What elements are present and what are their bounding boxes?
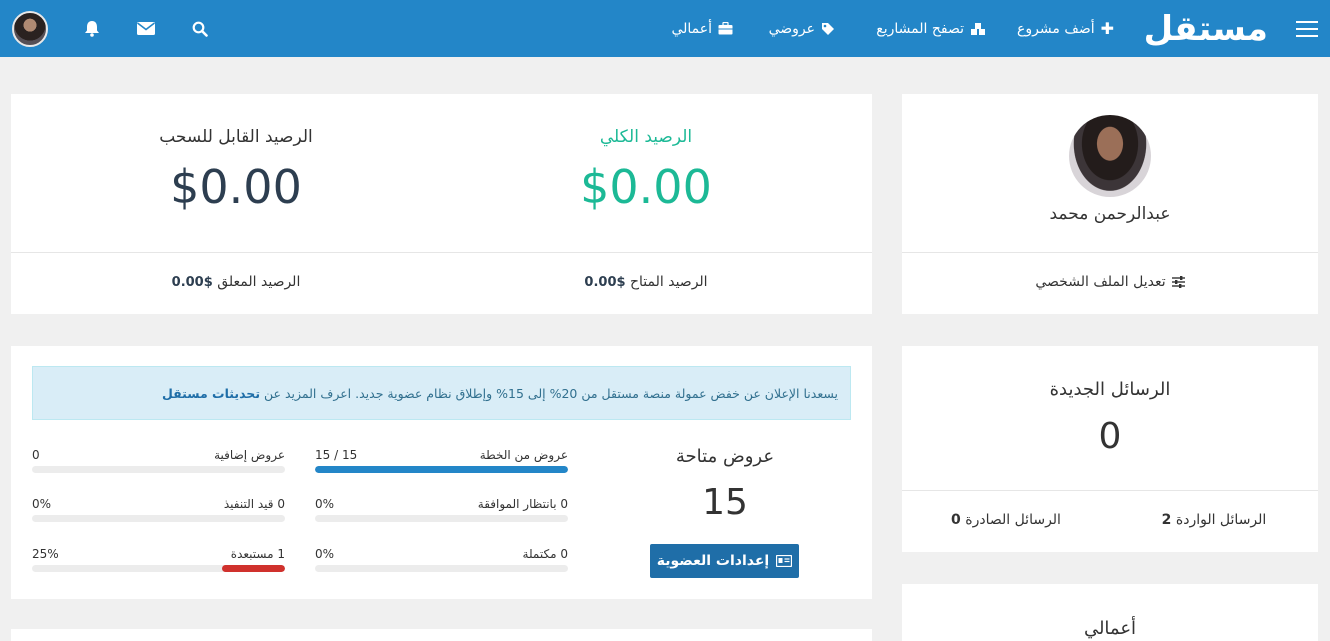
bids-card: يسعدنا الإعلان عن خفض عمولة منصة مستقل م… <box>11 346 872 599</box>
progress-bar <box>32 565 285 572</box>
user-menu[interactable] <box>10 0 48 57</box>
stat-label: 0 مكتملة <box>522 547 568 561</box>
outbox-messages[interactable]: الرسائل الصادرة 0 <box>902 512 1110 528</box>
sliders-icon <box>1171 276 1185 288</box>
withdrawable-balance-label: الرصيد القابل للسحب <box>159 127 313 147</box>
search-icon <box>192 21 208 37</box>
stat-label: 1 مستبعدة <box>230 547 285 561</box>
nav-my-bids-label: عروضي <box>768 20 815 37</box>
top-navbar: مستقل ✚ أضف مشروع تصفح المشاريع عروضي أع… <box>0 0 1330 57</box>
bell-icon <box>85 21 99 37</box>
divider <box>902 490 1318 491</box>
new-messages-title: الرسائل الجديدة <box>1049 379 1171 400</box>
stat-label: عروض من الخطة <box>479 448 568 462</box>
membership-settings-button[interactable]: إعدادات العضوية <box>650 544 799 578</box>
progress-bar <box>32 515 285 522</box>
progress-bar <box>32 466 285 473</box>
inbox-messages-label: الرسائل الواردة <box>1175 512 1267 528</box>
nav-my-bids[interactable]: عروضي <box>769 0 835 57</box>
briefcase-icon <box>718 22 733 35</box>
progress-bar <box>315 515 568 522</box>
plus-icon: ✚ <box>1100 19 1114 38</box>
edit-profile-label: تعديل الملف الشخصي <box>1035 274 1166 290</box>
announcement-text: يسعدنا الإعلان عن خفض عمولة منصة مستقل م… <box>264 385 838 401</box>
nav-browse-projects[interactable]: تصفح المشاريع <box>876 0 986 57</box>
progress-bar-fill <box>315 466 568 473</box>
edit-profile-link[interactable]: تعديل الملف الشخصي <box>902 274 1318 290</box>
hamburger-menu-icon[interactable] <box>1296 0 1318 57</box>
nav-browse-projects-label: تصفح المشاريع <box>876 20 964 37</box>
nav-add-project-label: أضف مشروع <box>1017 20 1095 37</box>
avatar <box>12 10 48 47</box>
total-balance-label: الرصيد الكلي <box>599 127 693 147</box>
my-jobs-card: أعمالي <box>902 584 1318 641</box>
messages-button[interactable] <box>134 0 158 57</box>
cubes-icon <box>971 22 985 35</box>
stat-value: 15 / 15 <box>315 448 358 462</box>
stat-value: 0% <box>315 547 335 561</box>
stat-value: 0 <box>32 448 40 462</box>
bottom-card <box>11 629 872 641</box>
stat-label: 0 بانتظار الموافقة <box>477 497 568 511</box>
progress-bar <box>315 466 568 473</box>
stat-value: 0% <box>315 497 335 511</box>
stat-label: 0 قيد التنفيذ <box>223 497 285 511</box>
stat-label: عروض إضافية <box>214 448 285 462</box>
total-balance-value: $0.00 <box>580 160 712 214</box>
pending-balance: الرصيد المعلق $0.00 <box>31 274 441 290</box>
announcement-alert: يسعدنا الإعلان عن خفض عمولة منصة مستقل م… <box>32 366 851 420</box>
stat-value: 25% <box>32 547 59 561</box>
available-bids-count: 15 <box>702 482 748 523</box>
new-messages-count: 0 <box>1098 416 1122 457</box>
outbox-messages-count: 0 <box>951 512 961 528</box>
stat-value: 0% <box>32 497 52 511</box>
membership-settings-label: إعدادات العضوية <box>656 553 770 569</box>
pending-balance-value: $0.00 <box>171 275 213 290</box>
profile-card: عبدالرحمن محمد تعديل الملف الشخصي <box>902 94 1318 314</box>
logo[interactable]: مستقل <box>1144 0 1269 57</box>
available-balance-value: $0.00 <box>584 275 626 290</box>
available-balance-label: الرصيد المتاح <box>630 274 708 290</box>
my-jobs-title: أعمالي <box>1083 618 1137 639</box>
pending-balance-label: الرصيد المعلق <box>217 274 301 290</box>
id-card-icon <box>776 555 793 567</box>
progress-bar-fill <box>221 565 285 572</box>
inbox-messages-count: 2 <box>1161 512 1172 528</box>
outbox-messages-label: الرسائل الصادرة <box>965 512 1061 528</box>
divider <box>902 252 1318 253</box>
announcement-link[interactable]: تحديثات مستقل <box>162 386 260 401</box>
notifications-button[interactable] <box>80 0 104 57</box>
search-button[interactable] <box>188 0 212 57</box>
nav-add-project[interactable]: ✚ أضف مشروع <box>1017 0 1114 57</box>
available-bids-title: عروض متاحة <box>675 446 775 467</box>
nav-my-jobs-label: أعمالي <box>671 20 712 37</box>
progress-bar <box>315 565 568 572</box>
inbox-messages[interactable]: الرسائل الواردة 2 <box>1110 512 1318 528</box>
nav-my-jobs[interactable]: أعمالي <box>671 0 733 57</box>
available-balance: الرصيد المتاح $0.00 <box>441 274 851 290</box>
profile-name[interactable]: عبدالرحمن محمد <box>902 204 1318 224</box>
divider <box>11 252 872 253</box>
envelope-icon <box>137 22 155 35</box>
messages-card: الرسائل الجديدة 0 الرسائل الواردة 2 الرس… <box>902 346 1318 552</box>
profile-avatar[interactable] <box>1069 115 1151 197</box>
withdrawable-balance-value: $0.00 <box>170 160 302 214</box>
tag-icon <box>822 22 834 35</box>
balance-card: الرصيد الكلي $0.00 الرصيد القابل للسحب $… <box>11 94 872 314</box>
